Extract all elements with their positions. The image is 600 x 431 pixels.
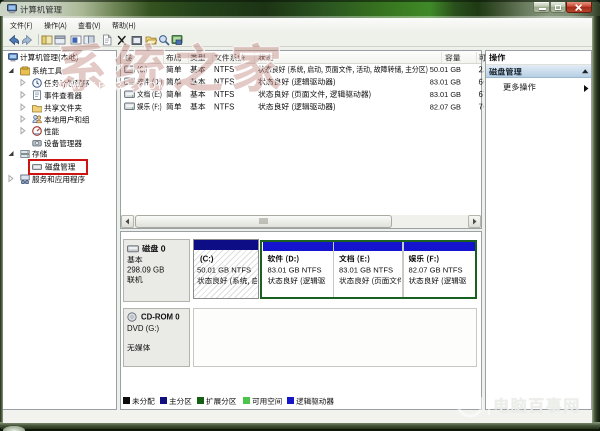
svg-text:82.07 GB: 82.07 GB [430,102,461,111]
svg-text:CD-ROM 0: CD-ROM 0 [141,313,180,322]
svg-text:50.01 GB: 50.01 GB [430,65,461,74]
svg-text:83.01 GB: 83.01 GB [430,78,461,87]
svg-text:WWW.XP933.COM: WWW.XP933.COM [47,80,167,92]
svg-text:NTFS: NTFS [214,65,234,74]
svg-text:82.07 GB NTFS: 82.07 GB NTFS [409,266,463,275]
svg-text:83.01 GB NTFS: 83.01 GB NTFS [339,266,393,275]
svg-text:83.01 GB: 83.01 GB [430,90,461,99]
svg-text:(C:): (C:) [200,255,214,264]
svg-text:83.01 GB NTFS: 83.01 GB NTFS [268,266,322,275]
svg-text:298.09 GB: 298.09 GB [127,266,164,275]
svg-text:NTFS: NTFS [214,102,234,111]
svg-text:DVD (G:): DVD (G:) [127,324,159,333]
svg-text:NTFS: NTFS [214,90,234,99]
svg-text:50.01 GB NTFS: 50.01 GB NTFS [197,266,251,275]
